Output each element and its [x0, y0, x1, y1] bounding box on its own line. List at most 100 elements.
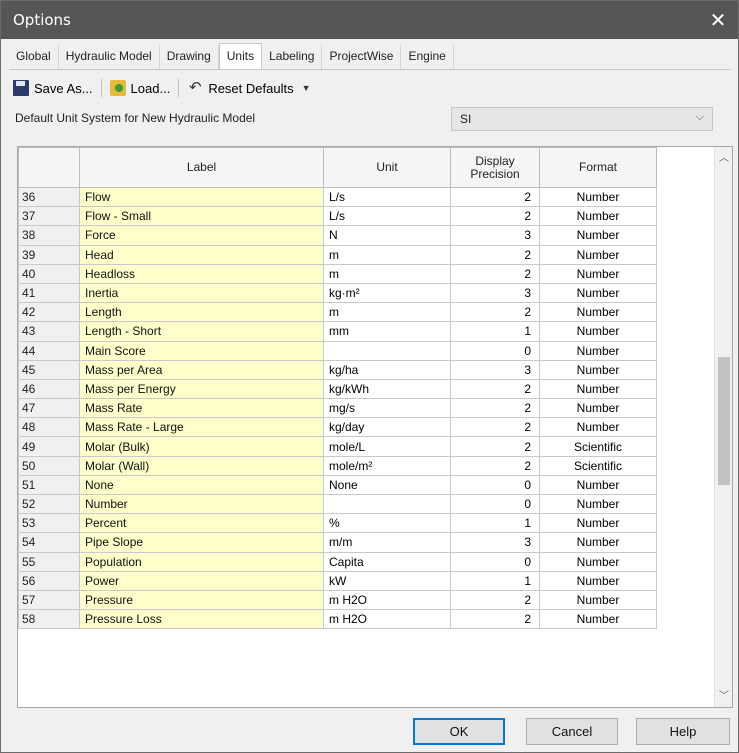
format-column-header[interactable]: Format — [539, 147, 657, 188]
label-cell[interactable]: Headloss — [79, 263, 324, 284]
tab-global[interactable]: Global — [9, 45, 59, 69]
precision-cell[interactable]: 1 — [450, 321, 540, 342]
scroll-down-icon[interactable]: ﹀ — [715, 687, 732, 705]
format-cell[interactable]: Number — [539, 589, 657, 611]
close-icon[interactable]: ✕ — [698, 1, 738, 39]
help-button[interactable]: Help — [636, 718, 730, 745]
format-cell[interactable]: Number — [539, 225, 657, 246]
format-cell[interactable]: Number — [539, 321, 657, 342]
label-cell[interactable]: Inertia — [79, 282, 324, 304]
label-cell[interactable]: Length - Short — [79, 321, 324, 342]
table-row[interactable]: 37 Flow - Small L/s 2 Number — [18, 206, 715, 227]
table-row[interactable]: 58 Pressure Loss m H2O 2 Number — [18, 609, 715, 630]
table-row[interactable]: 44 Main Score 0 Number — [18, 340, 715, 361]
format-cell[interactable]: Number — [539, 570, 657, 591]
tab-labeling[interactable]: Labeling — [262, 45, 323, 69]
format-cell[interactable]: Number — [539, 532, 657, 553]
format-cell[interactable]: Number — [539, 282, 657, 304]
unit-cell[interactable] — [323, 340, 451, 361]
tab-projectwise[interactable]: ProjectWise — [322, 45, 402, 69]
table-row[interactable]: 48 Mass Rate - Large kg/day 2 Number — [18, 417, 715, 438]
precision-cell[interactable]: 3 — [450, 532, 540, 553]
format-cell[interactable]: Number — [539, 609, 657, 630]
label-cell[interactable]: Mass per Area — [79, 359, 324, 380]
tab-units[interactable]: Units — [218, 43, 263, 69]
precision-cell[interactable]: 2 — [450, 417, 540, 438]
label-cell[interactable]: None — [79, 474, 324, 496]
precision-cell[interactable]: 3 — [450, 282, 540, 304]
precision-cell[interactable]: 0 — [450, 551, 540, 572]
unit-cell[interactable]: mole/m² — [323, 455, 451, 476]
precision-cell[interactable]: 3 — [450, 225, 540, 246]
unit-cell[interactable]: kg/ha — [323, 359, 451, 380]
precision-cell[interactable]: 2 — [450, 302, 540, 323]
unit-cell[interactable]: kg/day — [323, 417, 451, 438]
unit-column-header[interactable]: Unit — [323, 147, 451, 188]
unit-cell[interactable] — [323, 493, 451, 515]
table-row[interactable]: 47 Mass Rate mg/s 2 Number — [18, 398, 715, 419]
label-column-header[interactable]: Label — [79, 147, 324, 188]
unit-cell[interactable]: L/s — [323, 186, 451, 208]
unit-cell[interactable]: kW — [323, 570, 451, 591]
precision-cell[interactable]: 2 — [450, 244, 540, 265]
precision-column-header[interactable]: Display Precision — [450, 147, 540, 188]
table-row[interactable]: 57 Pressure m H2O 2 Number — [18, 589, 715, 611]
format-cell[interactable]: Number — [539, 493, 657, 515]
format-cell[interactable]: Number — [539, 206, 657, 227]
label-cell[interactable]: Mass Rate - Large — [79, 417, 324, 438]
label-cell[interactable]: Force — [79, 225, 324, 246]
table-row[interactable]: 49 Molar (Bulk) mole/L 2 Scientific — [18, 436, 715, 457]
precision-cell[interactable]: 0 — [450, 340, 540, 361]
format-cell[interactable]: Number — [539, 378, 657, 400]
scroll-up-icon[interactable]: ︿ — [715, 149, 732, 167]
label-cell[interactable]: Molar (Bulk) — [79, 436, 324, 457]
format-cell[interactable]: Number — [539, 302, 657, 323]
format-cell[interactable]: Scientific — [539, 436, 657, 457]
table-row[interactable]: 55 Population Capita 0 Number — [18, 551, 715, 572]
unit-cell[interactable]: L/s — [323, 206, 451, 227]
ok-button[interactable]: OK — [413, 718, 505, 745]
precision-cell[interactable]: 2 — [450, 609, 540, 630]
precision-cell[interactable]: 2 — [450, 398, 540, 419]
unit-cell[interactable]: Capita — [323, 551, 451, 572]
table-row[interactable]: 51 None None 0 Number — [18, 474, 715, 496]
precision-cell[interactable]: 2 — [450, 263, 540, 284]
table-row[interactable]: 45 Mass per Area kg/ha 3 Number — [18, 359, 715, 380]
format-cell[interactable]: Number — [539, 474, 657, 496]
unit-cell[interactable]: m H2O — [323, 589, 451, 611]
label-cell[interactable]: Flow — [79, 186, 324, 208]
format-cell[interactable]: Number — [539, 340, 657, 361]
label-cell[interactable]: Pressure — [79, 589, 324, 611]
unit-system-select[interactable]: SI ⌵ — [451, 107, 713, 131]
precision-cell[interactable]: 2 — [450, 436, 540, 457]
precision-cell[interactable]: 2 — [450, 186, 540, 208]
format-cell[interactable]: Number — [539, 186, 657, 208]
unit-cell[interactable]: None — [323, 474, 451, 496]
cancel-button[interactable]: Cancel — [526, 718, 618, 745]
label-cell[interactable]: Flow - Small — [79, 206, 324, 227]
precision-cell[interactable]: 0 — [450, 493, 540, 515]
unit-cell[interactable]: kg·m² — [323, 282, 451, 304]
label-cell[interactable]: Pressure Loss — [79, 609, 324, 630]
save-as-button[interactable]: Save As... — [7, 78, 99, 98]
table-row[interactable]: 41 Inertia kg·m² 3 Number — [18, 282, 715, 304]
table-row[interactable]: 40 Headloss m 2 Number — [18, 263, 715, 284]
table-row[interactable]: 39 Head m 2 Number — [18, 244, 715, 265]
tab-engine[interactable]: Engine — [401, 45, 454, 69]
unit-cell[interactable]: kg/kWh — [323, 378, 451, 400]
table-row[interactable]: 54 Pipe Slope m/m 3 Number — [18, 532, 715, 553]
format-cell[interactable]: Scientific — [539, 455, 657, 476]
unit-cell[interactable]: m/m — [323, 532, 451, 553]
precision-cell[interactable]: 2 — [450, 378, 540, 400]
table-row[interactable]: 36 Flow L/s 2 Number — [18, 186, 715, 208]
table-row[interactable]: 46 Mass per Energy kg/kWh 2 Number — [18, 378, 715, 400]
precision-cell[interactable]: 0 — [450, 474, 540, 496]
label-cell[interactable]: Molar (Wall) — [79, 455, 324, 476]
precision-cell[interactable]: 1 — [450, 513, 540, 534]
unit-cell[interactable]: m H2O — [323, 609, 451, 630]
format-cell[interactable]: Number — [539, 244, 657, 265]
label-cell[interactable]: Percent — [79, 513, 324, 534]
unit-cell[interactable]: N — [323, 225, 451, 246]
table-row[interactable]: 50 Molar (Wall) mole/m² 2 Scientific — [18, 455, 715, 476]
unit-cell[interactable]: mm — [323, 321, 451, 342]
